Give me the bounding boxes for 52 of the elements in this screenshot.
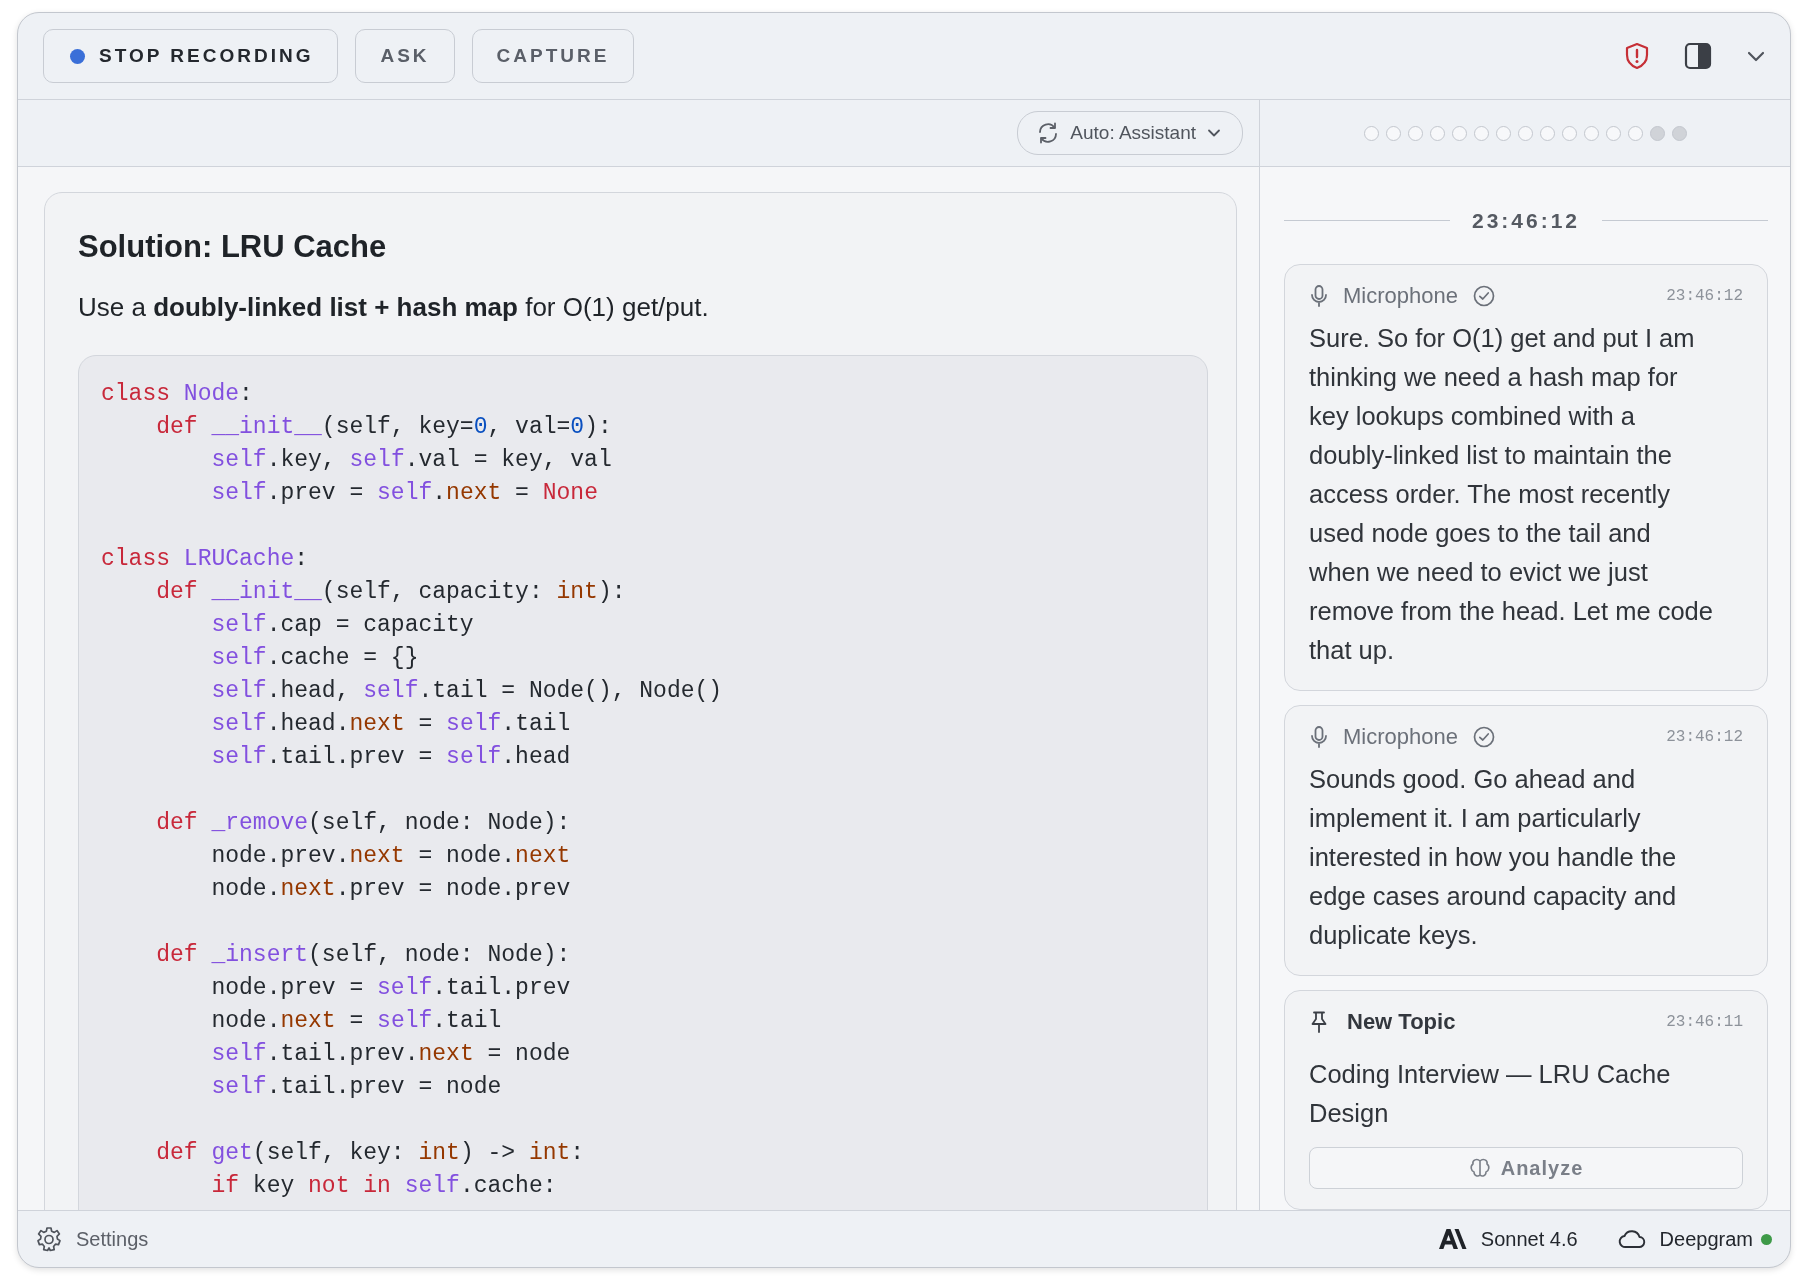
code-line: self.head.next = self.tail	[210, 710, 572, 739]
timestamp: 23:46:11	[1666, 1013, 1743, 1031]
toolbar-button[interactable]: ASK	[355, 29, 455, 83]
chevron-down-icon[interactable]	[1746, 49, 1766, 63]
code-line: self.cap = capacity	[210, 611, 475, 640]
code-line: self.key, self.val = key, val	[210, 446, 613, 475]
topic-text: Coding Interview — LRU Cache Design	[1309, 1059, 1672, 1129]
code-line: def _insert(self, node: Node):	[155, 941, 572, 970]
code-line: def __init__(self, key=0, val=0):	[155, 413, 613, 442]
brain-icon	[1468, 1157, 1491, 1179]
answer-summary: Use a doubly-linked list + hash map for O(1) get/put.	[78, 292, 710, 323]
transcript-text: Sure. So for O(1) get and put I am thinking we need a hash map for key lookups combined with a doubly-linked list to maintain the access order. The most recently used node goes to the tail and when we need to evict we just remove from the head. Let me code that up.	[1309, 323, 1714, 666]
code-line: self.tail.prev = node	[210, 1073, 503, 1102]
code-line: node.prev.next = node.next	[210, 842, 572, 871]
timestamp: 23:46:12	[1666, 287, 1743, 305]
cloud-icon	[1617, 1228, 1646, 1250]
code-line: self.tail.prev = self.head	[210, 743, 572, 772]
source-label: Microphone	[1343, 283, 1458, 309]
code-line: self.head, self.tail = Node(), Node()	[210, 677, 724, 706]
code-line: def _remove(self, node: Node):	[155, 809, 572, 838]
toolbar-button[interactable]: CAPTURE	[471, 29, 635, 83]
code-line: node.next.prev = node.prev	[210, 875, 572, 904]
time-divider-label: 23:46:12	[1471, 208, 1581, 233]
code-line: self.tail.prev.next = node	[210, 1040, 572, 1069]
source-label: Microphone	[1343, 724, 1458, 750]
settings-icon[interactable]	[36, 1226, 62, 1252]
mode-dropdown[interactable]: Auto: Assistant	[1017, 111, 1243, 155]
code-line: def __init__(self, capacity: int):	[155, 578, 627, 607]
topic-title: New Topic	[1347, 1009, 1456, 1035]
shield-alert-icon[interactable]	[1624, 42, 1650, 70]
code-line: if key not in self.cache:	[210, 1172, 558, 1201]
answer-title: Solution: LRU Cache	[78, 229, 388, 265]
timestamp: 23:46:12	[1666, 728, 1743, 746]
code-line: self.prev = self.next = None	[210, 479, 599, 508]
pin-icon	[1309, 1010, 1329, 1034]
sidebar-toggle-icon[interactable]	[1684, 42, 1712, 70]
analyze-button[interactable]: Analyze	[1309, 1147, 1743, 1189]
stop-recording-button[interactable]: STOP RECORDING	[43, 29, 339, 83]
microphone-icon	[1309, 725, 1329, 749]
microphone-icon	[1309, 284, 1329, 308]
code-line: node.prev = self.tail.prev	[210, 974, 572, 1003]
code-line: node.next = self.tail	[210, 1007, 503, 1036]
code-line: class LRUCache:	[101, 545, 310, 574]
code-line: self.cache = {}	[210, 644, 420, 673]
code-line: def get(self, key: int) -> int:	[155, 1139, 586, 1168]
settings-link[interactable]: Settings	[76, 1227, 149, 1251]
transcript-text: Sounds good. Go ahead and implement it. I am particularly interested in how you handle the edge cases around capacity and duplicate keys.	[1309, 764, 1678, 951]
code-line: class Node:	[101, 380, 254, 409]
transcriber-name: Deepgram	[1659, 1227, 1753, 1251]
logo-icon	[1438, 1228, 1467, 1250]
chevron-down-icon	[1206, 127, 1222, 139]
model-name: Sonnet 4.6	[1480, 1227, 1578, 1251]
